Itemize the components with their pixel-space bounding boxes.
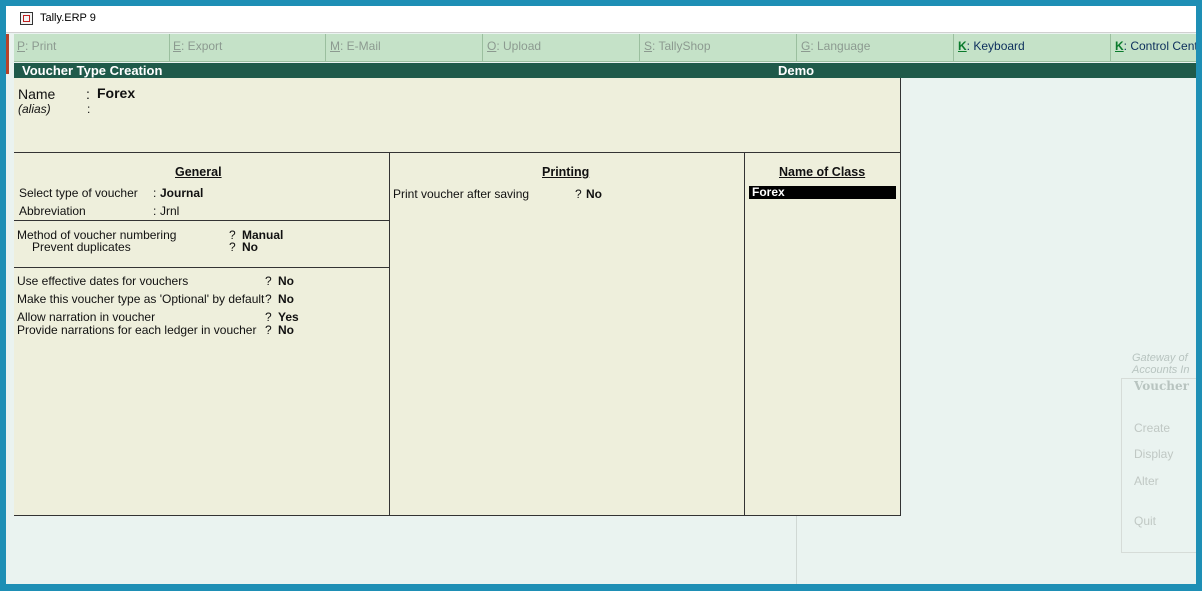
button-bar: P: Print E: Export M: E-Mail O: Upload S… [14,34,1196,62]
alias-label: (alias) [18,102,51,116]
printing-panel: Printing Print voucher after saving ? No [390,152,745,516]
class-panel: Name of Class Forex [745,152,900,516]
divider [796,516,797,584]
print-after-saving-field[interactable]: No [586,187,602,201]
name-label: Name [18,86,56,102]
screen-title: Voucher Type Creation [22,63,163,78]
gateway-line: Gateway of [1132,352,1188,364]
effective-dates-q: ? [265,274,272,288]
edge-strip [6,34,9,74]
abbreviation-sep: : [153,204,157,218]
name-colon: : [86,86,90,102]
window-title: Tally.ERP 9 [40,12,96,24]
app-window: Tally.ERP 9 P: Print E: Export M: E-Mail… [6,6,1196,584]
print-after-saving-q: ? [575,187,582,201]
tallyshop-button[interactable]: S: TallyShop [641,34,797,61]
optional-label: Make this voucher type as 'Optional' by … [17,292,265,306]
screen-header: Voucher Type Creation Demo [14,63,1196,78]
abbreviation-field[interactable]: Jrnl [160,204,179,218]
tally-app-icon [20,12,33,25]
ledger-narration-field[interactable]: No [278,323,294,337]
company-name: Demo [778,63,815,78]
narration-field[interactable]: Yes [278,310,299,324]
abbreviation-label: Abbreviation [19,204,86,218]
class-list-selected-item[interactable]: Forex [749,186,896,199]
voucher-menu-title: Voucher [1134,379,1189,393]
optional-field[interactable]: No [278,292,294,306]
menu-item-create[interactable]: Create [1134,421,1170,435]
ledger-narration-q: ? [265,323,272,337]
select-type-field[interactable]: Journal [160,186,203,200]
prevent-duplicates-q: ? [229,240,236,254]
printing-title: Printing [542,165,590,179]
print-button[interactable]: P: Print [14,34,170,61]
voucher-type-form: Name : Forex (alias) : General Select ty… [14,78,901,516]
control-centre-button[interactable]: K: Control Centre [1112,34,1196,61]
title-bar: Tally.ERP 9 [6,6,1196,33]
optional-q: ? [265,292,272,306]
menu-item-quit[interactable]: Quit [1134,514,1156,528]
class-title: Name of Class [779,165,866,179]
gateway-breadcrumb: Gateway of Accounts In [1132,352,1189,376]
narration-label: Allow narration in voucher [17,310,156,324]
prevent-duplicates-label: Prevent duplicates [32,240,131,254]
menu-item-display[interactable]: Display [1134,447,1173,461]
effective-dates-field[interactable]: No [278,274,294,288]
keyboard-button[interactable]: K: Keyboard [955,34,1111,61]
gateway-line: Accounts In [1132,364,1190,376]
general-title: General [175,165,222,179]
name-field[interactable]: Forex [97,85,135,101]
narration-q: ? [265,310,272,324]
ledger-narration-label: Provide narrations for each ledger in vo… [17,323,257,337]
language-button[interactable]: G: Language [798,34,954,61]
select-type-label: Select type of voucher [19,186,138,200]
export-button[interactable]: E: Export [170,34,326,61]
divider [14,267,390,268]
menu-item-alter[interactable]: Alter [1134,474,1159,488]
effective-dates-label: Use effective dates for vouchers [17,274,189,288]
divider [14,220,390,221]
upload-button[interactable]: O: Upload [484,34,640,61]
prevent-duplicates-field[interactable]: No [242,240,258,254]
select-type-sep: : [153,186,157,200]
name-section: Name : Forex (alias) : [14,78,900,153]
alias-field[interactable]: : [87,102,90,116]
general-panel: General Select type of voucher : Journal… [14,152,390,516]
print-after-saving-label: Print voucher after saving [393,187,530,201]
voucher-menu-panel: Voucher Create Display Alter Quit [1121,378,1196,553]
email-button[interactable]: M: E-Mail [327,34,483,61]
